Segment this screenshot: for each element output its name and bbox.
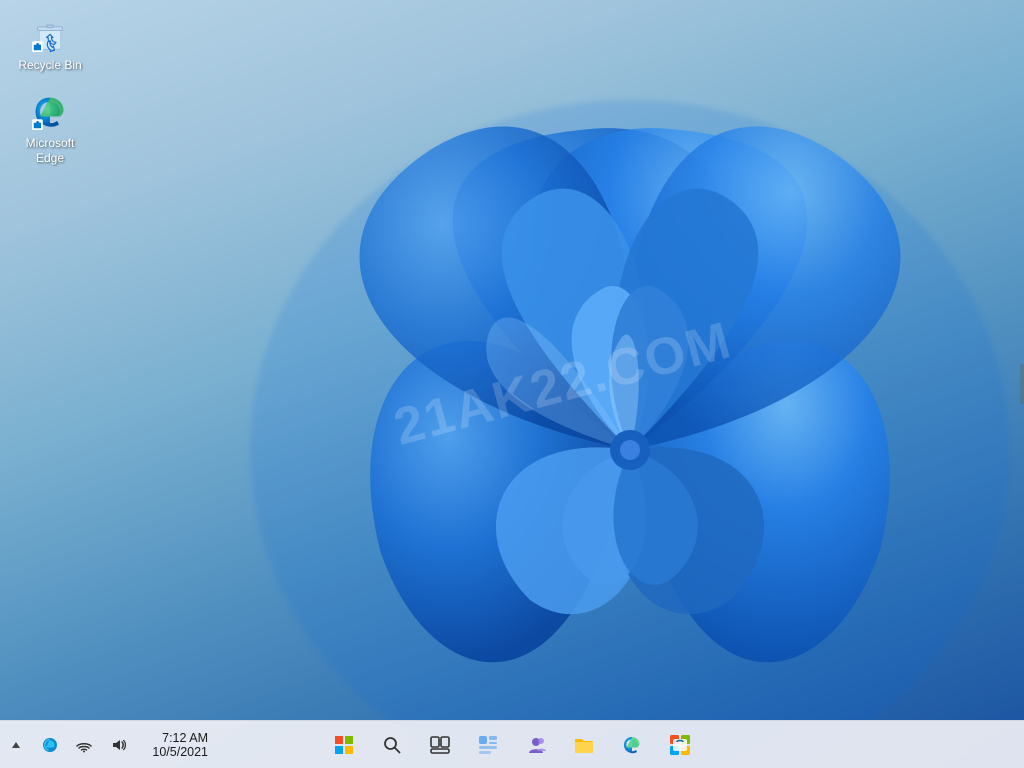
desktop-icons: Recycle Bin <box>10 10 90 171</box>
start-button[interactable] <box>322 723 366 767</box>
recycle-bin-label: Recycle Bin <box>18 58 81 74</box>
tray-edge-icon[interactable] <box>34 729 66 761</box>
clock-time: 7:12 AM <box>162 731 208 745</box>
recycle-bin-icon[interactable]: Recycle Bin <box>10 10 90 78</box>
wallpaper <box>180 50 1024 768</box>
taskbar: 7:12 AM 10/5/2021 <box>0 720 1024 768</box>
clock[interactable]: 7:12 AM 10/5/2021 <box>136 723 216 767</box>
scroll-indicator <box>1020 364 1024 404</box>
clock-date: 10/5/2021 <box>152 745 208 759</box>
store-button[interactable] <box>658 723 702 767</box>
recycle-bin-image <box>30 14 70 54</box>
task-view-button[interactable] <box>418 723 462 767</box>
watermark: 21AK22.COM <box>388 310 738 458</box>
chat-button[interactable] <box>514 723 558 767</box>
widgets-button[interactable] <box>466 723 510 767</box>
tray-overflow-button[interactable] <box>0 729 32 761</box>
edge-label: Microsoft Edge <box>14 136 86 167</box>
taskbar-center <box>322 723 702 767</box>
volume-icon[interactable] <box>102 729 134 761</box>
taskbar-edge-button[interactable] <box>610 723 654 767</box>
edge-image <box>30 92 70 132</box>
search-button[interactable] <box>370 723 414 767</box>
microsoft-edge-icon[interactable]: Microsoft Edge <box>10 88 90 171</box>
network-icon[interactable] <box>68 729 100 761</box>
system-tray: 7:12 AM 10/5/2021 <box>0 721 224 768</box>
file-explorer-button[interactable] <box>562 723 606 767</box>
desktop: 21AK22.COM <box>0 0 1024 768</box>
